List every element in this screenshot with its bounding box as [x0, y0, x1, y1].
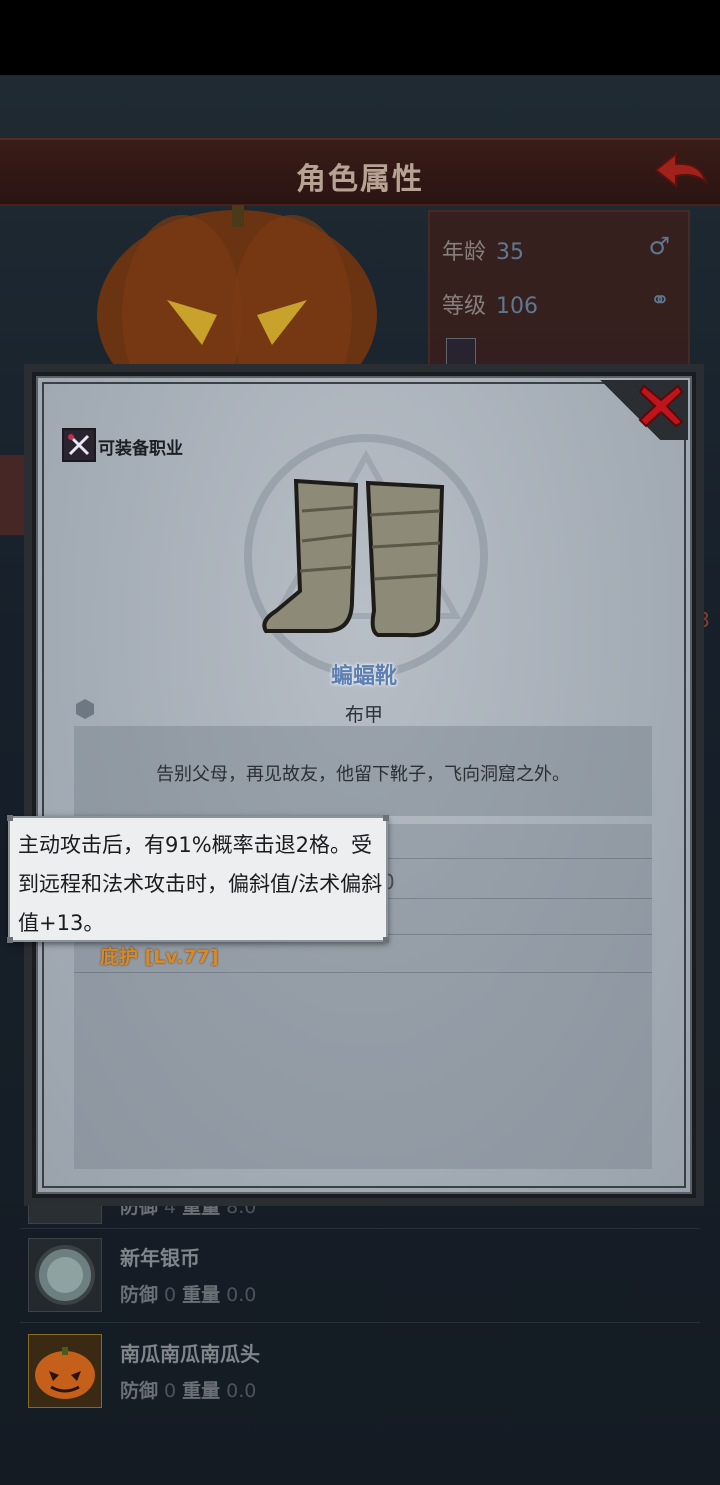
divider	[20, 1322, 700, 1323]
pumpkin-icon	[28, 1334, 102, 1408]
tooltip-text: 主动攻击后，有91%概率击退2格。受到远程和法术攻击时，偏斜值/法术偏斜值+13…	[18, 833, 383, 935]
item-description: 告别父母，再见故友，他留下靴子，飞向洞窟之外。	[156, 764, 570, 785]
title-bar: 角色属性	[0, 138, 720, 206]
item-name: 南瓜南瓜南瓜头	[120, 1342, 260, 1366]
ring-icon: ⚭	[649, 286, 670, 314]
skill-tooltip: 主动攻击后，有91%概率击退2格。受到远程和法术攻击时，偏斜值/法术偏斜值+13…	[7, 815, 389, 943]
item-name: 新年银币	[120, 1246, 200, 1270]
age-stat: 年龄 35	[442, 240, 525, 265]
level-stat: 等级 106	[442, 294, 539, 319]
list-item[interactable]: 南瓜南瓜南瓜头 防御 0 重量 0.0	[28, 1334, 708, 1414]
status-bar	[0, 0, 720, 75]
side-number: 3	[697, 608, 710, 632]
skill-label[interactable]: 庇护 [Lv.77]	[100, 942, 219, 969]
item-detail-modal: 可装备职业 蝙蝠靴 布甲 告别父母，再见故友，他留下靴子，飞向洞窟之外。 0 庇…	[32, 372, 696, 1198]
page-title: 角色属性	[296, 162, 424, 197]
divider	[20, 1228, 700, 1229]
silver-coin-icon	[28, 1238, 102, 1312]
male-icon: ♂	[648, 232, 670, 260]
item-name: 蝙蝠靴	[330, 664, 397, 689]
bat-boots-icon	[262, 478, 445, 638]
item-type: 布甲	[344, 704, 383, 726]
description-box: 告别父母，再见故友，他留下靴子，飞向洞窟之外。	[74, 726, 652, 816]
equippable-class-badge[interactable]: 可装备职业	[62, 428, 192, 462]
character-stats-panel: 年龄 35 ♂ 等级 106 ⚭	[428, 210, 690, 374]
crossed-tools-icon	[62, 428, 96, 462]
side-tab[interactable]	[0, 455, 34, 535]
pumpkin-portrait	[97, 205, 377, 375]
back-arrow-icon[interactable]	[648, 146, 710, 196]
weapon-slot-icon[interactable]	[446, 338, 476, 368]
list-item[interactable]: 新年银币 防御 0 重量 0.0	[28, 1238, 708, 1318]
close-icon[interactable]	[636, 380, 686, 430]
